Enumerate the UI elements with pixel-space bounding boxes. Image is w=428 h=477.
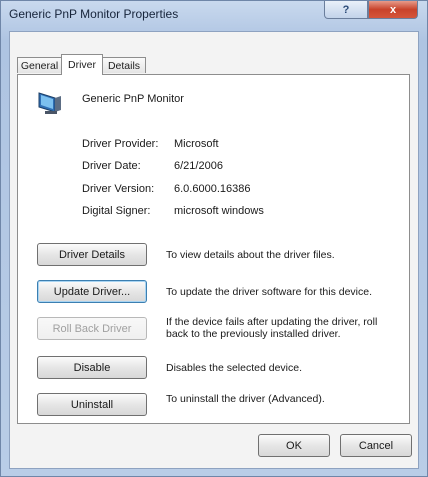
digital-signer-label: Digital Signer: xyxy=(82,205,151,217)
driver-details-button[interactable]: Driver Details xyxy=(37,243,147,266)
update-driver-description: To update the driver software for this d… xyxy=(166,286,373,298)
update-driver-button[interactable]: Update Driver... xyxy=(37,280,147,303)
ok-button[interactable]: OK xyxy=(258,434,330,457)
close-icon: x xyxy=(389,3,397,16)
title-bar[interactable]: Generic PnP Monitor Properties ? x xyxy=(1,1,427,31)
driver-date-label: Driver Date: xyxy=(82,160,141,172)
help-button[interactable]: ? xyxy=(324,1,368,19)
close-button[interactable]: x xyxy=(368,1,418,19)
monitor-icon xyxy=(38,92,61,114)
tab-general[interactable]: General xyxy=(17,57,62,73)
help-icon: ? xyxy=(342,3,350,16)
tab-details[interactable]: Details xyxy=(102,57,146,73)
dialog-client-area: General Driver Details Generic PnP Monit… xyxy=(9,31,419,469)
driver-provider-label: Driver Provider: xyxy=(82,138,159,150)
driver-version-label: Driver Version: xyxy=(82,183,155,195)
driver-date-value: 6/21/2006 xyxy=(174,160,223,172)
driver-tab-panel: Generic PnP Monitor Driver Provider: Mic… xyxy=(17,74,410,424)
properties-window: Generic PnP Monitor Properties ? x Gener… xyxy=(0,0,428,477)
device-name: Generic PnP Monitor xyxy=(82,93,184,105)
tab-driver[interactable]: Driver xyxy=(61,54,103,75)
driver-details-description: To view details about the driver files. xyxy=(166,249,335,261)
roll-back-driver-description: If the device fails after updating the d… xyxy=(166,316,378,340)
driver-provider-value: Microsoft xyxy=(174,138,219,150)
disable-description: Disables the selected device. xyxy=(166,362,302,374)
driver-version-value: 6.0.6000.16386 xyxy=(174,183,251,195)
window-title: Generic PnP Monitor Properties xyxy=(9,7,179,21)
disable-button[interactable]: Disable xyxy=(37,356,147,379)
digital-signer-value: microsoft windows xyxy=(174,205,264,217)
uninstall-description: To uninstall the driver (Advanced). xyxy=(166,393,325,405)
uninstall-button[interactable]: Uninstall xyxy=(37,393,147,416)
cancel-button[interactable]: Cancel xyxy=(340,434,412,457)
roll-back-driver-button[interactable]: Roll Back Driver xyxy=(37,317,147,340)
